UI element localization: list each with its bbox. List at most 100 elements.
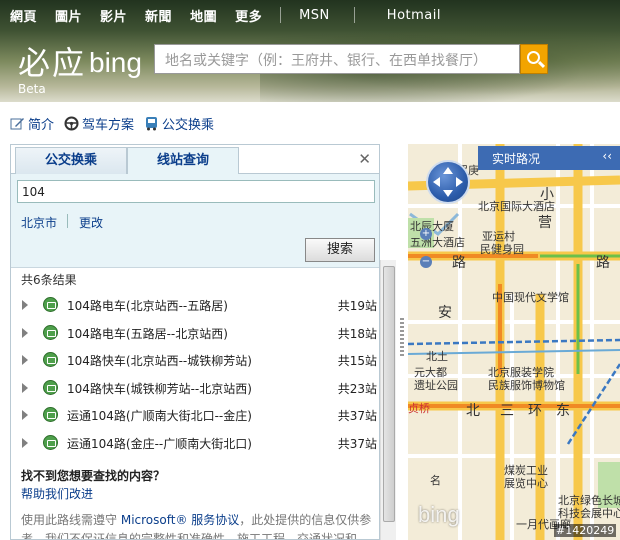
stop-count: 共37站 [337,409,377,423]
bus-icon [146,116,158,130]
map-label-park: 民健身园 [480,243,524,256]
line-search-button[interactable]: 搜索 [305,238,375,262]
traffic-toggle[interactable]: 实时路况 ‹‹ [478,146,620,170]
map-label: 北 [466,403,480,419]
nav-msn[interactable]: MSN [299,8,330,23]
list-item[interactable]: 运通104路(广顺南大街北口--金庄) 共37站 [11,401,379,429]
route-name[interactable]: 104路快车(北京站西--城铁柳芳站) [67,352,252,369]
list-item[interactable]: 运通104路(金庄--广顺南大街北口) 共37站 [11,429,379,457]
nav-hotmail[interactable]: Hotmail [387,8,441,23]
map-label-exhibit: 展览中心 [504,477,548,490]
pan-control[interactable] [426,160,470,204]
map-label: 路 [596,255,610,271]
steering-wheel-icon [64,116,79,130]
expand-arrow-icon[interactable] [22,327,28,338]
stop-count: 共23站 [337,381,377,396]
service-agreement-link[interactable]: Microsoft® 服务协议 [121,513,239,527]
traffic-label: 实时路况 [492,152,541,166]
expand-arrow-icon[interactable] [22,355,28,365]
edit-icon [10,118,24,130]
map-view[interactable]: 华罗庚 小 北京国际大酒店 营 北辰大厦 亚运村 五洲大酒店 民健身园 路 路 … [408,144,620,540]
nav-images[interactable]: 圖片 [55,6,82,25]
bus-icon [43,407,58,422]
transit-button[interactable]: 公交换乘 [144,114,214,133]
map-toolbar: 简介 驾车方案 公交换乘 [0,112,224,134]
result-list: 104路电车(北京站西--五路居) 共19站 104路电车(五路居--北京站西)… [11,291,379,457]
nav-maps[interactable]: 地圖 [190,6,217,25]
nav-divider [353,7,355,23]
route-name[interactable]: 104路电车(五路居--北京站西) [67,325,228,342]
disclaimer: 使用此路线需遵守 Microsoft® 服务协议，此处提供的信息仅供参考。我们不… [21,511,377,539]
nav-videos[interactable]: 影片 [100,6,127,25]
stop-count: 共37站 [337,436,377,451]
driving-button[interactable]: 驾车方案 [64,114,134,133]
top-nav: 網頁 圖片 影片 新聞 地圖 更多 MSN Hotmail [0,0,620,30]
close-icon[interactable]: ✕ [358,150,371,168]
tab-line-station[interactable]: 线站查询 [127,147,239,175]
nav-divider [280,7,282,23]
bus-icon [43,297,58,312]
nav-more[interactable]: 更多 [235,6,262,25]
header: 網頁 圖片 影片 新聞 地圖 更多 MSN Hotmail 必应 bing Bet… [0,0,620,102]
bing-logo[interactable]: 必应 bing Beta [18,38,142,96]
bing-watermark: bing [418,502,460,527]
stop-count: 共19站 [337,299,377,313]
zoom-in-button[interactable]: + [420,228,432,240]
nav-web[interactable]: 網頁 [10,6,37,25]
route-name[interactable]: 104路快车(城铁柳芳站--北京站西) [67,380,252,397]
list-item[interactable]: 104路快车(北京站西--城铁柳芳站) 共15站 [11,346,379,374]
map-label: 安 [438,305,452,321]
route-name[interactable]: 运通104路(金庄--广顺南大街北口) [67,435,252,452]
help-improve-link[interactable]: 帮助我们改进 [21,485,93,502]
map-label-hotel2: 五洲大酒店 [410,236,465,249]
search-icon-handle [537,60,546,69]
list-item[interactable]: 104路电车(北京站西--五路居) 共19站 [11,291,379,319]
expand-arrow-icon[interactable] [22,437,28,448]
scrollbar-thumb[interactable] [383,266,395,522]
expand-arrow-icon[interactable] [22,410,28,420]
bus-icon [43,379,58,395]
zoom-out-button[interactable]: − [420,256,432,268]
route-panel: 公交换乘 线站查询 ✕ 北京市 更改 搜索 共6条结果 104路电车(北京站西-… [10,144,380,540]
brief-label: 简介 [28,117,55,133]
image-id: #1420249 [554,524,617,537]
collapse-icon[interactable]: ‹‹ [602,149,612,163]
map-label: 东 [556,403,570,419]
line-query-input[interactable] [17,180,375,203]
tab-transfer[interactable]: 公交换乘 [15,147,127,174]
route-name[interactable]: 运通104路(广顺南大街北口--金庄) [67,407,252,424]
list-item[interactable]: 104路电车(五路居--北京站西) 共18站 [11,319,379,347]
map-label-tower: 北辰大厦 [410,220,454,233]
list-item[interactable]: 104路快车(城铁柳芳站--北京站西) 共23站 [11,374,379,402]
logo-chinese: 必应 [18,44,87,82]
panel-scrollbar[interactable] [380,260,396,540]
nav-news[interactable]: 新聞 [145,6,172,25]
expand-arrow-icon[interactable] [22,300,28,310]
panel-splitter-handle[interactable] [400,318,404,358]
map-label-bridge: 贞桥 [408,402,430,415]
beta-label: Beta [18,82,46,96]
map-label: 北土 [426,350,448,363]
disclaimer-prefix: 使用此路线需遵守 [21,513,118,527]
map-label-museum: 中国现代文学馆 [492,291,569,304]
change-city-link[interactable]: 更改 [79,214,103,231]
transit-label: 公交换乘 [162,117,215,133]
bus-icon [43,324,58,340]
route-name[interactable]: 104路电车(北京站西--五路居) [67,297,228,314]
city-divider [67,214,68,228]
city-label: 北京市 [21,216,58,230]
driving-label: 驾车方案 [82,117,135,133]
map-label: 营 [538,215,552,231]
panel-tabs: 公交换乘 线站查询 ✕ [11,145,379,175]
brief-button[interactable]: 简介 [10,114,54,133]
bus-icon [43,434,58,450]
search-input[interactable]: 地名或关键字（例：王府井、银行、在西单找餐厅） [154,44,520,74]
stop-count: 共18站 [337,326,377,341]
stop-count: 共15站 [337,354,377,368]
map-label-ethnic-museum: 民族服饰博物馆 [488,379,565,392]
not-found-heading: 找不到您想要查找的内容？ [21,469,166,483]
search-button[interactable] [520,44,548,74]
bus-icon [43,352,58,367]
logo-english: bing [89,47,142,78]
expand-arrow-icon[interactable] [22,382,28,393]
